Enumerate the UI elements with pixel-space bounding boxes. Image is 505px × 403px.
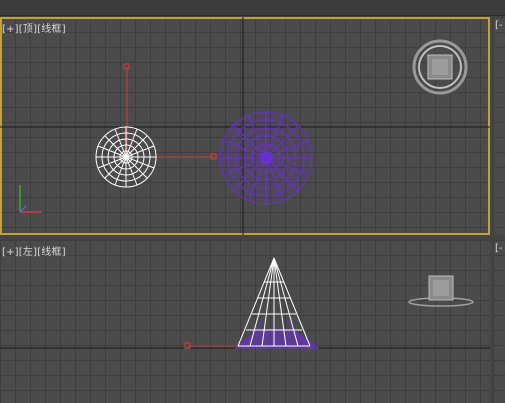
view-cube-icon[interactable] (412, 39, 468, 95)
light-sphere-left[interactable] (234, 319, 320, 349)
viewport-left-scene (0, 257, 490, 349)
viewport-top-scene (0, 17, 490, 235)
viewport-right-top-partial[interactable]: [- (493, 17, 505, 235)
viewport-right-bottom-partial[interactable]: [- (493, 240, 505, 403)
top-menu-strip (0, 0, 505, 16)
sphere-object-top[interactable] (95, 126, 157, 188)
viewport-left[interactable]: [+][左][线框] (0, 240, 490, 403)
viewport-right-bottom-label: [- (495, 243, 503, 254)
axis-tripod-icon (19, 185, 42, 213)
light-sphere-top[interactable] (219, 111, 313, 205)
viewport-right-top-label: [- (495, 20, 503, 31)
view-cube-left-icon[interactable] (408, 275, 474, 307)
viewport-top[interactable]: [+][顶][线框] (0, 17, 490, 235)
cone-object-left[interactable] (237, 257, 311, 347)
